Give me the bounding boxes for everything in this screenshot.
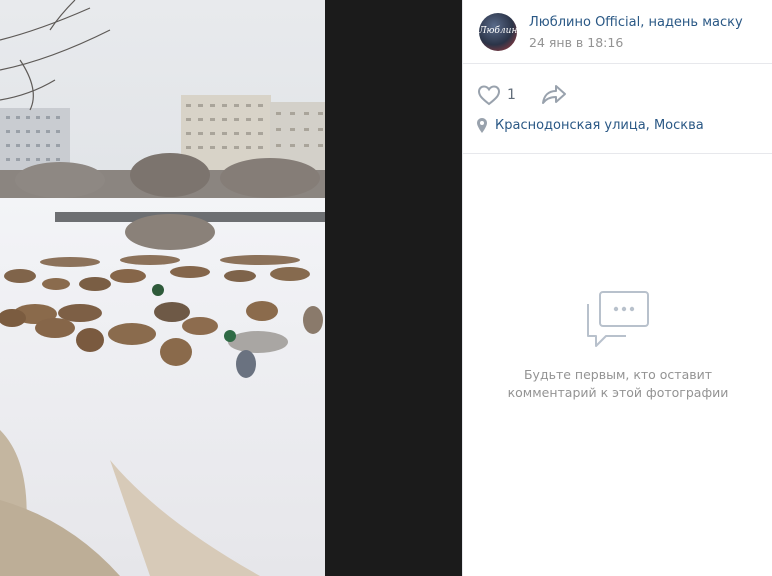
map-pin-icon bbox=[477, 118, 487, 133]
post-actions: 1 bbox=[463, 64, 772, 120]
avatar[interactable]: Люблино bbox=[479, 13, 517, 51]
empty-message-line-1: Будьте первым, кто оставит bbox=[523, 367, 713, 382]
post-timestamp[interactable]: 24 янв в 18:16 bbox=[529, 35, 623, 50]
comments-empty-state: Будьте первым, кто оставит комментарий к… bbox=[463, 290, 772, 402]
post-side-panel: Люблино Люблино Official, надень маску 2… bbox=[462, 0, 772, 576]
share-arrow-icon bbox=[542, 85, 566, 104]
post-photo[interactable] bbox=[0, 0, 325, 576]
empty-message-line-2: комментарий к этой фотографии bbox=[507, 385, 729, 400]
photo-viewer-backdrop bbox=[325, 0, 462, 576]
like-count: 1 bbox=[507, 87, 516, 103]
share-button[interactable] bbox=[541, 83, 569, 107]
comment-bubble-icon bbox=[587, 291, 649, 347]
heart-icon bbox=[477, 85, 501, 106]
location-label: Краснодонская улица, Москва bbox=[495, 118, 704, 133]
location-link[interactable]: Краснодонская улица, Москва bbox=[477, 118, 704, 133]
comments-empty-message: Будьте первым, кто оставит комментарий к… bbox=[463, 366, 772, 402]
avatar-logo-text: Люблино bbox=[479, 26, 517, 36]
like-button[interactable]: 1 bbox=[477, 83, 527, 107]
section-divider bbox=[463, 153, 772, 154]
post-header: Люблино Люблино Official, надень маску 2… bbox=[463, 0, 772, 64]
author-link[interactable]: Люблино Official, надень маску bbox=[529, 15, 743, 30]
photo-image bbox=[0, 0, 325, 576]
